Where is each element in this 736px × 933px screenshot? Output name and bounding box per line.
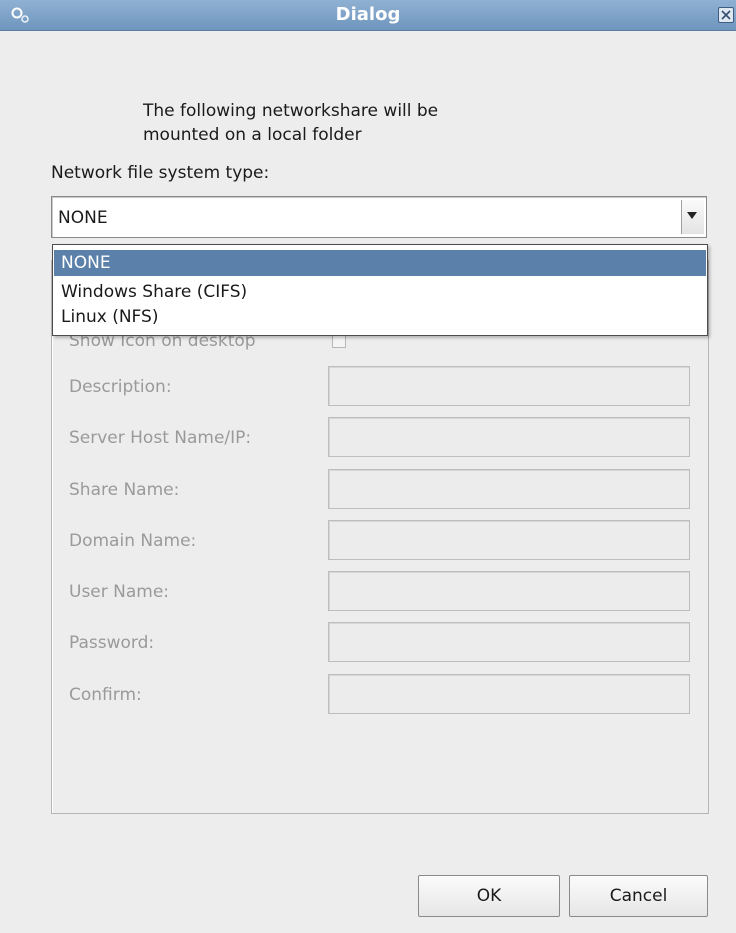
domain-name-field[interactable] [328, 520, 690, 560]
window-title: Dialog [335, 4, 401, 25]
user-name-field[interactable] [328, 571, 690, 611]
intro-text: The following networkshare will be mount… [143, 99, 563, 147]
combo-drop-button[interactable] [681, 200, 704, 234]
server-host-field[interactable] [328, 417, 690, 457]
intro-line: The following networkshare will be [143, 101, 439, 121]
intro-line: mounted on a local folder [143, 125, 362, 145]
user-name-label: User Name: [69, 582, 170, 602]
option-windows-share[interactable]: Windows Share (CIFS) [54, 281, 706, 303]
option-none[interactable]: NONE [54, 250, 706, 276]
share-name-label: Share Name: [69, 480, 180, 500]
fs-type-label: Network file system type: [51, 163, 270, 183]
fs-type-dropdown-list: NONE Windows Share (CIFS) Linux (NFS) [52, 244, 708, 336]
show-icon-checkbox[interactable] [332, 334, 346, 348]
server-host-label: Server Host Name/IP: [69, 428, 252, 448]
description-field[interactable] [328, 366, 690, 406]
password-label: Password: [69, 633, 155, 653]
domain-name-label: Domain Name: [69, 531, 197, 551]
fs-type-selected-value: NONE [58, 208, 108, 228]
option-linux-nfs[interactable]: Linux (NFS) [54, 307, 706, 331]
cancel-button[interactable]: Cancel [569, 875, 708, 917]
chevron-down-icon [687, 212, 697, 219]
title-bar: Dialog [0, 0, 736, 31]
share-name-field[interactable] [328, 469, 690, 509]
close-icon[interactable] [718, 7, 734, 23]
confirm-field[interactable] [328, 674, 690, 714]
description-label: Description: [69, 377, 172, 397]
fs-type-combobox[interactable]: NONE [51, 196, 707, 238]
ok-button[interactable]: OK [418, 875, 560, 917]
password-field[interactable] [328, 622, 690, 662]
confirm-label: Confirm: [69, 685, 142, 705]
